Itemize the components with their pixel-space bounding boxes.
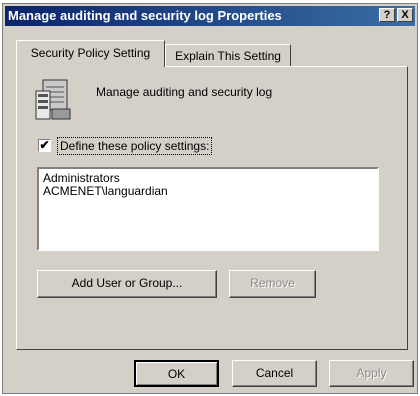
- window-title: Manage auditing and security log Propert…: [8, 8, 282, 23]
- tab-explain-this-setting[interactable]: Explain This Setting: [165, 44, 291, 67]
- title-bar: Manage auditing and security log Propert…: [5, 6, 415, 26]
- policy-name: Manage auditing and security log: [96, 85, 273, 99]
- define-policy-checkbox[interactable]: ✔: [38, 139, 51, 152]
- list-item[interactable]: ACMENET\languardian: [43, 185, 373, 198]
- ok-button[interactable]: OK: [134, 360, 219, 387]
- define-policy-label[interactable]: Define these policy settings:: [57, 137, 213, 155]
- help-button[interactable]: ?: [379, 8, 395, 22]
- add-user-or-group-button[interactable]: Add User or Group...: [37, 270, 217, 298]
- principal-listbox[interactable]: Administrators ACMENET\languardian: [37, 167, 379, 251]
- close-button[interactable]: X: [397, 8, 413, 22]
- cancel-button[interactable]: Cancel: [232, 360, 317, 387]
- remove-button[interactable]: Remove: [229, 270, 316, 298]
- tab-security-policy-setting[interactable]: Security Policy Setting: [16, 40, 165, 67]
- apply-button[interactable]: Apply: [329, 360, 414, 387]
- policy-server-icon: [35, 79, 71, 120]
